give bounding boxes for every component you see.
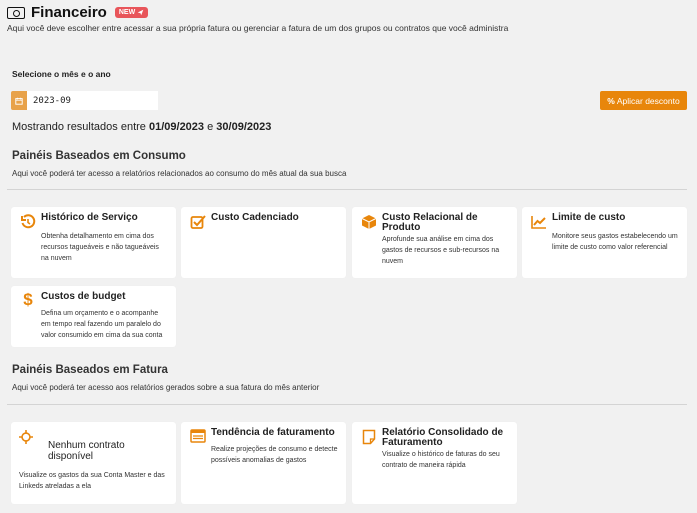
divider — [7, 404, 687, 405]
consumo-section-title: Painéis Baseados em Consumo — [12, 150, 186, 162]
list-window-icon — [190, 429, 206, 443]
fatura-section-subtitle: Aqui você poderá ter acesso aos relatóri… — [12, 383, 320, 392]
card-tendencia-faturamento[interactable]: Tendência de faturamento Realize projeçõ… — [181, 422, 346, 504]
money-icon — [7, 6, 25, 19]
card-nenhum-contrato[interactable]: Nenhum contrato disponível Visualize os … — [11, 422, 176, 504]
card-custo-relacional[interactable]: Custo Relacional de Produto Aprofunde su… — [352, 207, 517, 278]
send-icon — [137, 9, 144, 16]
card-custos-budget[interactable]: $ Custos de budget Defina um orçamento e… — [11, 286, 176, 347]
fatura-section-title: Painéis Baseados em Fatura — [12, 364, 168, 376]
page-header: Financeiro NEW Aqui você deve escolher e… — [7, 4, 687, 33]
apply-discount-button[interactable]: % Aplicar desconto — [600, 91, 687, 110]
month-input[interactable] — [27, 91, 158, 110]
dollar-icon: $ — [23, 290, 33, 309]
card-historico-servico[interactable]: Histórico de Serviço Obtenha detalhament… — [11, 207, 176, 278]
sticky-note-icon — [362, 429, 376, 445]
percent-icon: % — [607, 95, 615, 106]
page-title: Financeiro — [31, 4, 107, 21]
calendar-icon[interactable] — [11, 91, 27, 110]
consumo-section-subtitle: Aqui você poderá ter acesso a relatórios… — [12, 169, 347, 178]
cube-icon — [361, 215, 377, 229]
divider — [7, 189, 687, 190]
month-picker[interactable] — [11, 91, 158, 110]
history-icon — [21, 214, 36, 229]
results-range: Mostrando resultados entre 01/09/2023 e … — [12, 121, 272, 133]
month-label: Selecione o mês e o ano — [12, 69, 111, 79]
new-badge: NEW — [114, 7, 149, 18]
card-custo-cadenciado[interactable]: Custo Cadenciado — [181, 207, 346, 278]
checkbox-icon — [190, 215, 206, 229]
page-subtitle: Aqui você deve escolher entre acessar a … — [7, 23, 509, 33]
card-relatorio-consolidado[interactable]: Relatório Consolidado de Faturamento Vis… — [352, 422, 517, 504]
card-limite-custo[interactable]: Limite de custo Monitore seus gastos est… — [522, 207, 687, 278]
crosshair-icon — [19, 430, 33, 444]
line-chart-icon — [531, 216, 546, 229]
